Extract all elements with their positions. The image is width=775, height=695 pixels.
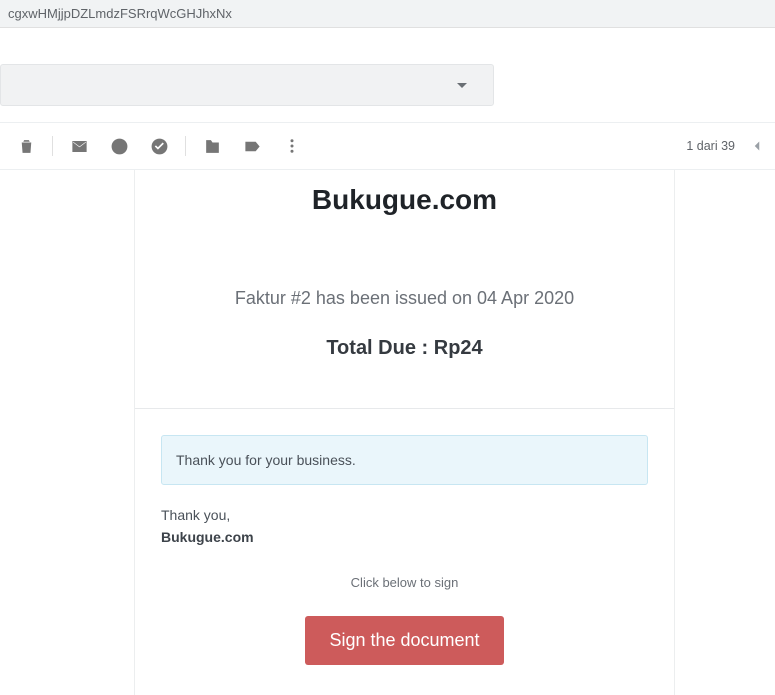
click-below-text: Click below to sign [135,575,674,590]
pagination-label: 1 dari 39 [686,139,735,153]
more-vert-icon[interactable] [282,136,302,156]
thank-you-box: Thank you for your business. [161,435,648,485]
clock-icon[interactable] [109,136,129,156]
toolbar: 1 dari 39 [0,122,775,170]
label-icon[interactable] [242,136,262,156]
email-body-panel: Bukugue.com Faktur #2 has been issued on… [134,170,675,695]
signoff-brand: Bukugue.com [161,529,648,545]
brand-title: Bukugue.com [135,184,674,216]
separator [185,136,186,156]
issued-line: Faktur #2 has been issued on 04 Apr 2020 [135,288,674,309]
delete-icon[interactable] [16,136,36,156]
header-spacer [0,28,775,64]
signoff-text: Thank you, [161,507,648,523]
prev-button[interactable] [747,136,767,156]
divider [135,408,674,409]
total-due: Total Due : Rp24 [135,337,674,360]
folder-move-icon[interactable] [202,136,222,156]
category-dropdown[interactable] [0,64,494,106]
mail-icon[interactable] [69,136,89,156]
total-due-value: Rp24 [434,337,483,359]
url-fragment: cgxwHMjjpDZLmdzFSRrqWcGHJhxNx [0,0,775,28]
signoff: Thank you, Bukugue.com [161,507,648,545]
toolbar-right: 1 dari 39 [686,136,769,156]
separator [52,136,53,156]
total-due-label: Total Due : [326,337,428,359]
chevron-down-icon [457,83,467,88]
task-check-icon[interactable] [149,136,169,156]
sign-document-button[interactable]: Sign the document [305,616,503,665]
toolbar-left [6,136,312,156]
